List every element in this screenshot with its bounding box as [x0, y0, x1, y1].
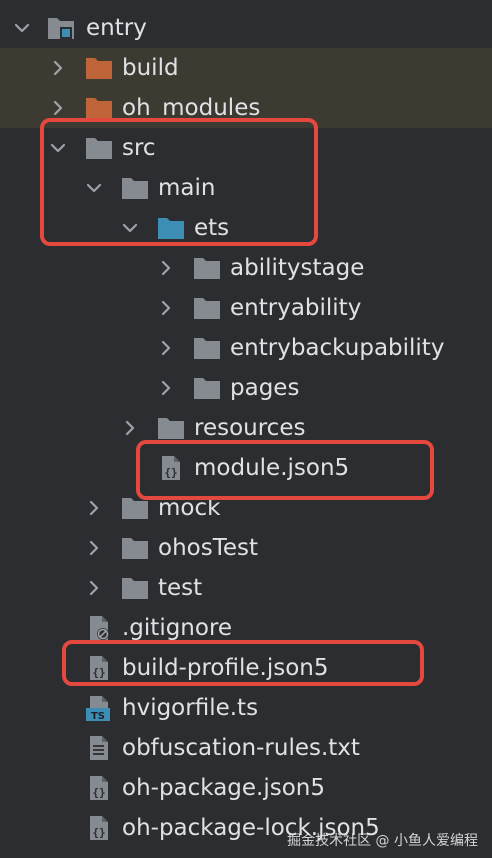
chevron-down-icon[interactable]: [82, 176, 106, 200]
svg-text:{}: {}: [92, 666, 105, 679]
ignore-file-icon: [84, 614, 114, 642]
tree-item-label: oh_modules: [122, 95, 261, 121]
tree-item-ets[interactable]: ets: [0, 208, 492, 248]
tree-item-resources[interactable]: resources: [0, 408, 492, 448]
tree-item-label: pages: [230, 375, 300, 401]
tree-item-label: oh-package.json5: [122, 775, 326, 801]
folder-icon: [120, 574, 150, 602]
svg-text:{}: {}: [92, 826, 105, 839]
json5-file-icon: {}: [84, 814, 114, 842]
tree-item-label: entrybackupability: [230, 335, 445, 361]
chevron-right-icon[interactable]: [82, 496, 106, 520]
module-folder-icon: [46, 14, 76, 42]
typescript-file-icon: TS: [84, 694, 114, 722]
excluded-folder-icon: [84, 94, 114, 122]
folder-icon: [84, 134, 114, 162]
json5-file-icon: {}: [84, 774, 114, 802]
source-folder-icon: [156, 214, 186, 242]
tree-item-entrybackupability[interactable]: entrybackupability: [0, 328, 492, 368]
chevron-right-icon[interactable]: [154, 256, 178, 280]
tree-item-label: hvigorfile.ts: [122, 695, 259, 721]
tree-item-mock[interactable]: mock: [0, 488, 492, 528]
tree-item-label: entry: [86, 15, 147, 41]
tree-item-module-json5[interactable]: {} module.json5: [0, 448, 492, 488]
tree-item-label: main: [158, 175, 216, 201]
svg-text:{}: {}: [164, 466, 177, 479]
tree-item-test[interactable]: test: [0, 568, 492, 608]
json5-file-icon: {}: [156, 454, 186, 482]
svg-text:{}: {}: [92, 786, 105, 799]
folder-icon: [156, 414, 186, 442]
tree-item-label: ets: [194, 215, 230, 241]
chevron-down-icon[interactable]: [118, 216, 142, 240]
chevron-right-icon[interactable]: [82, 576, 106, 600]
folder-icon: [192, 254, 222, 282]
tree-item-label: resources: [194, 415, 306, 441]
chevron-right-icon[interactable]: [82, 536, 106, 560]
chevron-right-icon[interactable]: [118, 416, 142, 440]
tree-item-main[interactable]: main: [0, 168, 492, 208]
tree-item-label: .gitignore: [122, 615, 233, 641]
tree-item-ohostest[interactable]: ohosTest: [0, 528, 492, 568]
tree-item-pages[interactable]: pages: [0, 368, 492, 408]
chevron-right-icon[interactable]: [46, 56, 70, 80]
text-file-icon: [84, 734, 114, 762]
tree-item-label: test: [158, 575, 203, 601]
project-tree: entry build oh_modules src main ets abil…: [0, 0, 492, 858]
folder-icon: [120, 534, 150, 562]
svg-text:TS: TS: [91, 711, 105, 722]
tree-item-entry[interactable]: entry: [0, 8, 492, 48]
folder-icon: [192, 334, 222, 362]
tree-item-build-profile-json5[interactable]: {} build-profile.json5: [0, 648, 492, 688]
tree-item-label: mock: [158, 495, 221, 521]
tree-item-label: src: [122, 135, 156, 161]
tree-item-entryability[interactable]: entryability: [0, 288, 492, 328]
chevron-right-icon[interactable]: [154, 336, 178, 360]
tree-item-label: module.json5: [194, 455, 350, 481]
tree-item-abilitystage[interactable]: abilitystage: [0, 248, 492, 288]
tree-top-edge: [0, 0, 492, 6]
tree-item-label: ohosTest: [158, 535, 258, 561]
watermark: 掘金技术社区 @ 小鱼人爱编程: [287, 833, 478, 849]
folder-icon: [120, 174, 150, 202]
tree-item-label: abilitystage: [230, 255, 365, 281]
tree-item-label: build: [122, 55, 179, 81]
tree-item-label: entryability: [230, 295, 362, 321]
chevron-right-icon[interactable]: [154, 296, 178, 320]
json5-file-icon: {}: [84, 654, 114, 682]
tree-item-hvigorfile-ts[interactable]: TS hvigorfile.ts: [0, 688, 492, 728]
chevron-right-icon[interactable]: [154, 376, 178, 400]
folder-icon: [192, 374, 222, 402]
folder-icon: [192, 294, 222, 322]
excluded-folder-icon: [84, 54, 114, 82]
chevron-down-icon[interactable]: [10, 16, 34, 40]
chevron-right-icon[interactable]: [46, 96, 70, 120]
tree-item-label: build-profile.json5: [122, 655, 329, 681]
tree-item-gitignore[interactable]: .gitignore: [0, 608, 492, 648]
folder-icon: [120, 494, 150, 522]
chevron-down-icon[interactable]: [46, 136, 70, 160]
tree-item-obfuscation-rules-txt[interactable]: obfuscation-rules.txt: [0, 728, 492, 768]
tree-item-oh-package-json5[interactable]: {} oh-package.json5: [0, 768, 492, 808]
tree-item-build[interactable]: build: [0, 48, 492, 88]
tree-item-label: obfuscation-rules.txt: [122, 735, 360, 761]
tree-item-src[interactable]: src: [0, 128, 492, 168]
tree-item-oh-modules[interactable]: oh_modules: [0, 88, 492, 128]
